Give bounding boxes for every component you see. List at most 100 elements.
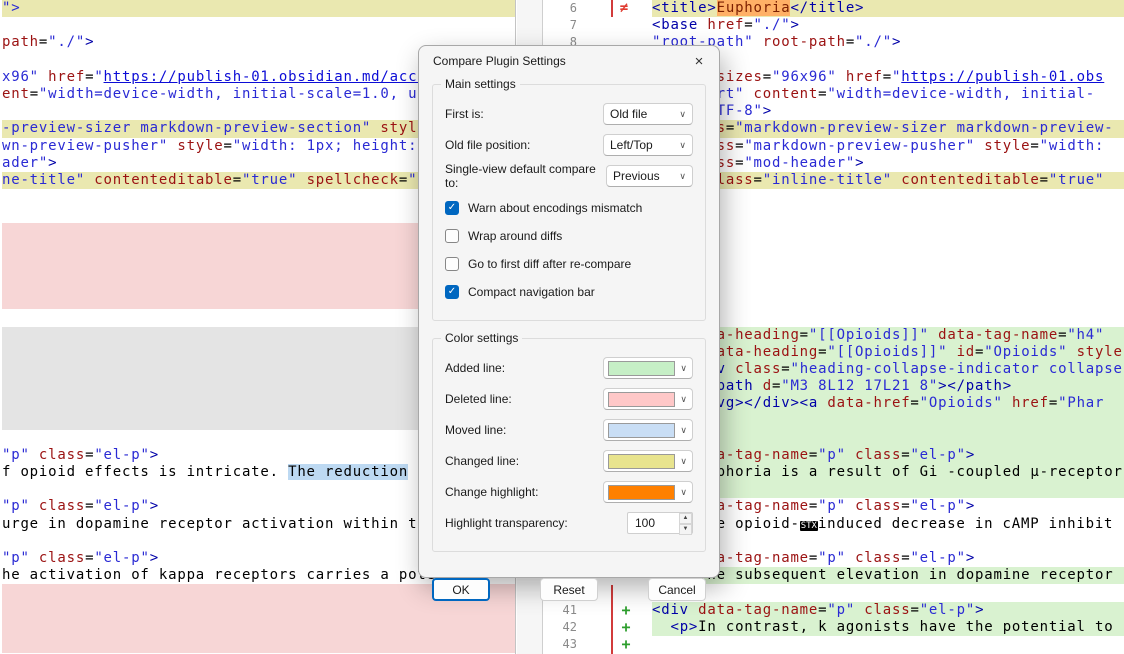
dialog-title: Compare Plugin Settings [433,54,689,68]
diff-nav-line [611,0,613,17]
reset-button[interactable]: Reset [540,578,598,601]
chevron-down-icon: ∨ [679,109,686,120]
color-settings-group: Color settings Added line: ∨ Deleted lin… [432,338,706,552]
single-view-compare-row: Single-view default compare to: Previous… [445,165,693,187]
diff-added-icon: + [618,619,634,636]
code-line: div data-heading="[[Opioids]]" data-tag-… [652,327,1124,344]
checkbox-box[interactable] [445,229,459,243]
code-line: /div> [652,430,1124,447]
compare-plugin-settings-dialog: Compare Plugin Settings × Main settings … [418,45,720,578]
change-highlight-row: Change highlight: ∨ [445,481,693,503]
checkbox-label: Warn about encodings mismatch [468,201,642,215]
single-view-compare-label: Single-view default compare to: [445,162,606,190]
code-line [652,636,1124,653]
changed-line-label: Changed line: [445,454,519,468]
added-line-label: Added line: [445,361,505,375]
ok-button[interactable]: OK [432,578,490,601]
change-highlight-label: Change highlight: [445,485,538,499]
single-view-compare-select[interactable]: Previous ∨ [606,165,693,187]
dialog-titlebar[interactable]: Compare Plugin Settings × [419,46,719,76]
main-settings-legend: Main settings [441,77,520,91]
color-settings-legend: Color settings [441,331,522,345]
code-line: iv class="markdown-preview-sizer markdow… [652,120,1124,137]
line-number: 7 [543,17,585,34]
color-swatch [608,392,675,407]
line-number: 41 [543,602,585,619]
code-line: <p>In contrast, k agonists have the pote… [652,619,1124,636]
checkbox-label: Go to first diff after re-compare [468,257,631,271]
code-line [652,241,1124,258]
old-file-position-select[interactable]: Left/Top ∨ [603,134,693,156]
chevron-down-icon: ∨ [680,363,687,374]
code-line: </h4> [652,413,1124,430]
go-to-first-diff-checkbox[interactable]: Go to first diff after re-compare [445,256,693,271]
code-line: rset="UTF-8"> [652,103,1124,120]
warn-encodings-checkbox[interactable]: ✓ Warn about encodings mismatch [445,200,693,215]
compact-navigation-bar-checkbox[interactable]: ✓ Compact navigation bar [445,284,693,299]
code-line [2,602,515,619]
moved-line-label: Moved line: [445,423,506,437]
code-line: "viewport" content="width=device-width, … [652,86,1124,103]
spin-down-button[interactable]: ▼ [679,524,692,535]
code-line: <div class="heading-collapse-indicator c… [652,361,1124,378]
code-line: </svg></div><a data-href="Opioids" href=… [652,395,1124,412]
deleted-line-color-select[interactable]: ∨ [603,388,693,410]
checkbox-label: Wrap around diffs [468,229,562,243]
deleted-line-label: Deleted line: [445,392,512,406]
code-line [2,636,515,653]
code-line: /div> [652,481,1124,498]
color-swatch [608,485,675,500]
old-file-position-label: Old file position: [445,138,530,152]
code-line: /div> [652,533,1124,550]
checkbox-box[interactable] [445,257,459,271]
color-swatch [608,454,675,469]
moved-line-row: Moved line: ∨ [445,419,693,441]
code-line: "root-path" root-path="./"> [652,34,1124,51]
checkbox-box[interactable]: ✓ [445,285,459,299]
highlight-transparency-row: Highlight transparency: 100 ▲ ▼ [445,512,693,534]
cancel-button[interactable]: Cancel [648,578,706,601]
close-icon[interactable]: × [689,53,709,70]
chevron-down-icon: ∨ [680,394,687,405]
highlight-transparency-value[interactable]: 100 [628,513,679,533]
color-swatch [608,361,675,376]
line-number: 42 [543,619,585,636]
spinner: ▲ ▼ [679,513,692,533]
changed-line-row: Changed line: ∨ [445,450,693,472]
chevron-down-icon: ∨ [679,171,686,182]
code-line [652,189,1124,206]
code-line [652,275,1124,292]
first-is-select[interactable]: Old file ∨ [603,103,693,125]
added-line-color-select[interactable]: ∨ [603,357,693,379]
highlight-transparency-input[interactable]: 100 ▲ ▼ [627,512,693,534]
code-line: <h4 data-heading="[[Opioids]]" id="Opioi… [652,344,1124,361]
code-line [652,206,1124,223]
line-number: 6 [543,0,585,17]
line-number: 43 [543,636,585,653]
code-line: "> [2,0,515,17]
code-line [2,619,515,636]
moved-line-color-select[interactable]: ∨ [603,419,693,441]
first-is-value: Old file [610,107,647,121]
code-line: div data-tag-name="p" class="el-p"> [652,498,1124,515]
color-swatch [608,423,675,438]
checkbox-box[interactable]: ✓ [445,201,459,215]
single-view-compare-value: Previous [613,169,660,183]
code-line: <base href="./"> [652,17,1124,34]
code-line [652,223,1124,240]
wrap-around-diffs-checkbox[interactable]: Wrap around diffs [445,228,693,243]
code-line: /div> [652,584,1124,601]
changed-line-color-select[interactable]: ∨ [603,450,693,472]
old-file-position-value: Left/Top [610,138,653,152]
chevron-down-icon: ∨ [680,456,687,467]
deleted-line-row: Deleted line: ∨ [445,388,693,410]
code-line: <title>Euphoria</title> [652,0,1124,17]
code-line: <path d="M3 8L12 17L21 8"></path> [652,378,1124,395]
spin-up-button[interactable]: ▲ [679,513,692,524]
compare-editor-screen: ">path="./">x96" href="https://publish-0… [0,0,1124,654]
code-line: div class="markdown-preview-pusher" styl… [652,138,1124,155]
first-is-label: First is: [445,107,484,121]
code-line: <p>Euphoria is a result of Gi -coupled μ… [652,464,1124,481]
change-highlight-color-select[interactable]: ∨ [603,481,693,503]
code-line: div data-tag-name="p" class="el-p"> [652,550,1124,567]
